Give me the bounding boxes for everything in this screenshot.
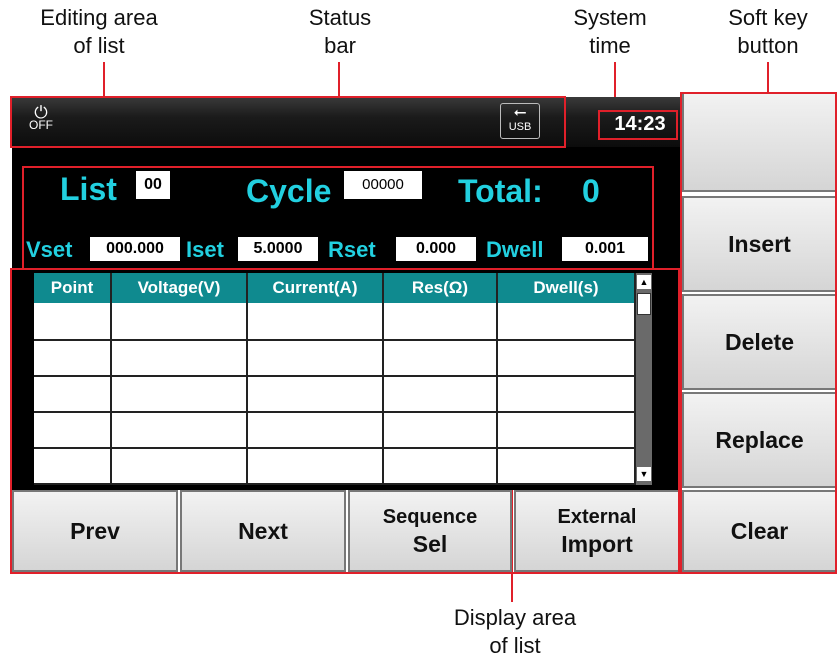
callout-display-area: Display area of list	[453, 605, 577, 658]
callout-status-bar: Status bar	[308, 5, 372, 58]
soft-key-highlight	[680, 92, 837, 574]
leader-status-bar	[338, 62, 340, 96]
callout-soft-key: Soft key button	[728, 5, 808, 58]
system-time-highlight	[598, 110, 678, 140]
editing-area-highlight	[22, 166, 654, 270]
leader-soft-key	[767, 62, 769, 92]
status-bar-highlight	[10, 96, 566, 148]
display-area-highlight	[10, 268, 680, 574]
callout-editing-area: Editing area of list	[40, 5, 158, 58]
callout-system-time: System time	[573, 5, 647, 58]
